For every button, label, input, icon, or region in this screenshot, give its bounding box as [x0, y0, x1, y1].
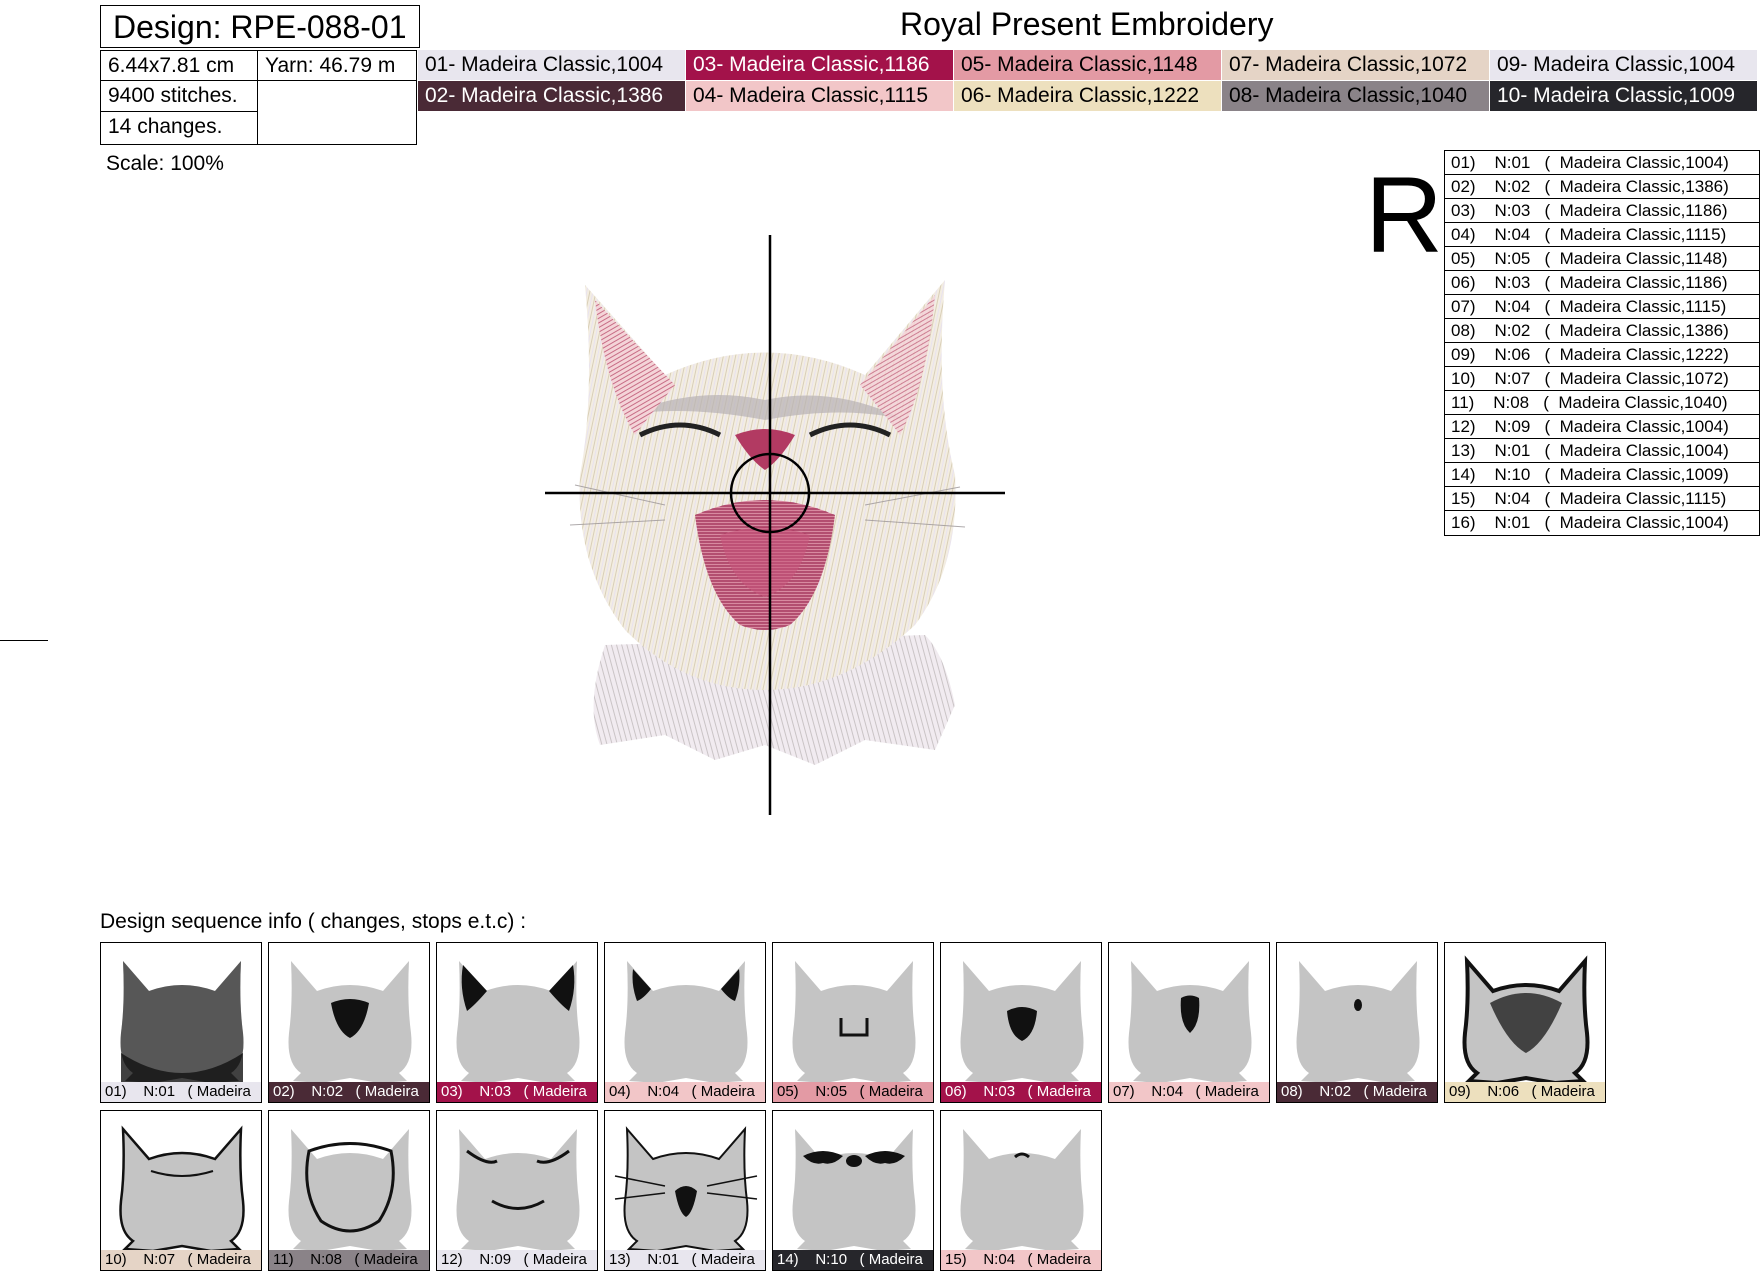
cat-silhouette-icon — [1462, 955, 1590, 1084]
thread-swatch: 06- Madeira Classic,1222 — [954, 81, 1221, 111]
sequence-thumbnail: 10) N:07 ( Madeira — [100, 1110, 262, 1271]
big-letter: R — [1365, 154, 1443, 275]
sequence-row: 05) N:05 ( Madeira Classic,1148) — [1445, 247, 1759, 271]
sequence-row: 04) N:04 ( Madeira Classic,1115) — [1445, 223, 1759, 247]
thumbnail-label: 03) N:03 ( Madeira — [437, 1082, 597, 1102]
design-info-grid: 6.44x7.81 cm Yarn: 46.79 m 9400 stitches… — [100, 50, 417, 145]
info-empty-cell — [258, 81, 416, 144]
thumbnail-label: 09) N:06 ( Madeira — [1445, 1082, 1605, 1102]
cat-silhouette-icon — [1296, 961, 1420, 1083]
thumbnail-label: 11) N:08 ( Madeira — [269, 1250, 429, 1270]
thumbnail-label: 13) N:01 ( Madeira — [605, 1250, 765, 1270]
sequence-thumbnail: 08) N:02 ( Madeira — [1276, 942, 1438, 1103]
design-preview — [515, 235, 1020, 815]
thread-swatch: 02- Madeira Classic,1386 — [418, 81, 685, 111]
cat-silhouette-icon — [792, 961, 916, 1083]
thread-swatch: 04- Madeira Classic,1115 — [686, 81, 953, 111]
thumbnail-label: 04) N:04 ( Madeira — [605, 1082, 765, 1102]
thumbnail-label: 05) N:05 ( Madeira — [773, 1082, 933, 1102]
sequence-thumbnail: 07) N:04 ( Madeira — [1108, 942, 1270, 1103]
sequence-thumbnail: 12) N:09 ( Madeira — [436, 1110, 598, 1271]
cat-silhouette-icon — [792, 1129, 916, 1251]
side-tick-mark — [0, 640, 48, 641]
sequence-thumbnail: 04) N:04 ( Madeira — [604, 942, 766, 1103]
thread-swatch: 01- Madeira Classic,1004 — [418, 50, 685, 80]
thread-palette: 01- Madeira Classic,1004 02- Madeira Clas… — [418, 50, 1760, 112]
sequence-thumbnail: 13) N:01 ( Madeira — [604, 1110, 766, 1271]
sequence-thumbnail: 15) N:04 ( Madeira — [940, 1110, 1102, 1271]
design-title: Design: RPE-088-01 — [100, 5, 420, 48]
sequence-table: 01) N:01 ( Madeira Classic,1004) 02) N:02… — [1444, 150, 1760, 536]
thumbnail-label: 07) N:04 ( Madeira — [1109, 1082, 1269, 1102]
sequence-row: 11) N:08 ( Madeira Classic,1040) — [1445, 391, 1759, 415]
thread-swatch: 03- Madeira Classic,1186 — [686, 50, 953, 80]
thread-swatch: 08- Madeira Classic,1040 — [1222, 81, 1489, 111]
thumbnail-label: 12) N:09 ( Madeira — [437, 1250, 597, 1270]
sequence-thumbnail: 11) N:08 ( Madeira — [268, 1110, 430, 1271]
cat-silhouette-icon — [288, 1129, 412, 1251]
thumbnail-label: 10) N:07 ( Madeira — [101, 1250, 261, 1270]
cat-silhouette-icon — [119, 1125, 245, 1252]
thumbnail-label: 15) N:04 ( Madeira — [941, 1250, 1101, 1270]
cat-silhouette-icon — [288, 961, 412, 1083]
sequence-row: 16) N:01 ( Madeira Classic,1004) — [1451, 513, 1729, 532]
thread-swatch: 09- Madeira Classic,1004 — [1490, 50, 1757, 80]
sequence-row: 12) N:09 ( Madeira Classic,1004) — [1445, 415, 1759, 439]
scale-label: Scale: 100% — [106, 152, 224, 175]
thumbnail-label: 14) N:10 ( Madeira — [773, 1250, 933, 1270]
thumbnail-label: 02) N:02 ( Madeira — [269, 1082, 429, 1102]
sequence-row: 02) N:02 ( Madeira Classic,1386) — [1445, 175, 1759, 199]
cat-silhouette-icon — [624, 961, 748, 1083]
sequence-thumbnail: 02) N:02 ( Madeira — [268, 942, 430, 1103]
sequence-row: 07) N:04 ( Madeira Classic,1115) — [1445, 295, 1759, 319]
sequence-thumbnail: 06) N:03 ( Madeira — [940, 942, 1102, 1103]
sequence-thumbnail: 09) N:06 ( Madeira — [1444, 942, 1606, 1103]
design-size: 6.44x7.81 cm — [101, 51, 258, 81]
sequence-row: 14) N:10 ( Madeira Classic,1009) — [1445, 463, 1759, 487]
sequence-thumbnail: 03) N:03 ( Madeira — [436, 942, 598, 1103]
thread-swatch: 07- Madeira Classic,1072 — [1222, 50, 1489, 80]
thumbnail-label: 06) N:03 ( Madeira — [941, 1082, 1101, 1102]
cat-silhouette-icon — [120, 961, 244, 1083]
thread-swatch: 10- Madeira Classic,1009 — [1490, 81, 1757, 111]
sequence-row: 13) N:01 ( Madeira Classic,1004) — [1445, 439, 1759, 463]
cat-silhouette-icon — [614, 1126, 758, 1252]
sequence-row: 10) N:07 ( Madeira Classic,1072) — [1445, 367, 1759, 391]
thumbnail-label: 08) N:02 ( Madeira — [1277, 1082, 1437, 1102]
sequence-row: 01) N:01 ( Madeira Classic,1004) — [1445, 151, 1759, 175]
yarn-length: Yarn: 46.79 m — [258, 51, 416, 81]
cat-preview-svg — [545, 235, 1005, 815]
cat-silhouette-icon — [960, 961, 1084, 1083]
sequence-row: 03) N:03 ( Madeira Classic,1186) — [1445, 199, 1759, 223]
thread-swatch: 05- Madeira Classic,1148 — [954, 50, 1221, 80]
sequence-heading: Design sequence info ( changes, stops e.… — [100, 910, 527, 933]
change-count: 14 changes. — [101, 112, 258, 144]
sequence-row: 08) N:02 ( Madeira Classic,1386) — [1445, 319, 1759, 343]
sequence-row: 15) N:04 ( Madeira Classic,1115) — [1445, 487, 1759, 511]
sequence-thumbnail: 01) N:01 ( Madeira — [100, 942, 262, 1103]
cat-silhouette-icon — [456, 961, 580, 1083]
thumbnail-label: 01) N:01 ( Madeira — [101, 1082, 261, 1102]
sequence-thumbnail: 14) N:10 ( Madeira — [772, 1110, 934, 1271]
company-name: Royal Present Embroidery — [900, 6, 1274, 42]
sequence-row: 06) N:03 ( Madeira Classic,1186) — [1445, 271, 1759, 295]
stitch-count: 9400 stitches. — [101, 81, 258, 112]
cat-silhouette-icon — [1128, 961, 1252, 1083]
cat-silhouette-icon — [960, 1129, 1084, 1251]
sequence-thumbnail: 05) N:05 ( Madeira — [772, 942, 934, 1103]
sequence-row: 09) N:06 ( Madeira Classic,1222) — [1445, 343, 1759, 367]
cat-silhouette-icon — [456, 1129, 580, 1251]
